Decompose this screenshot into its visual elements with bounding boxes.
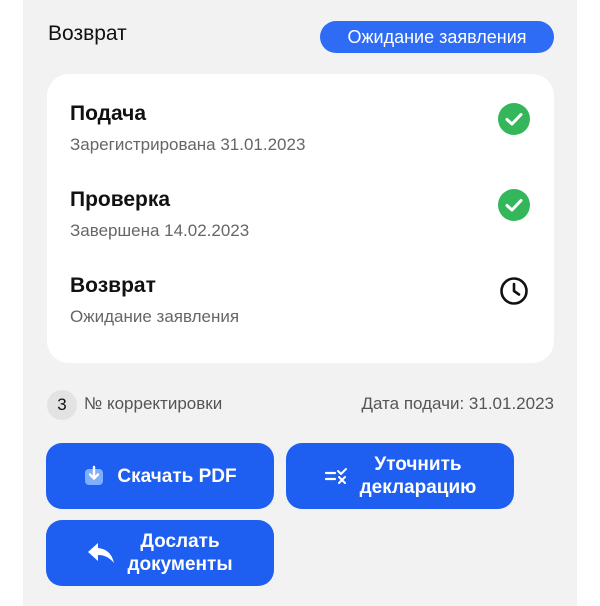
submission-date: Дата подачи: 31.01.2023 <box>361 394 554 413</box>
download-pdf-button[interactable]: Скачать PDF <box>46 443 274 509</box>
correction-number-badge: 3 <box>47 390 77 420</box>
step-subtitle: Зарегистрирована 31.01.2023 <box>70 135 306 154</box>
step-title: Возврат <box>70 274 156 297</box>
send-documents-label: Дослать документы <box>127 531 233 575</box>
check-circle-icon <box>498 189 530 221</box>
correction-label: № корректировки <box>84 394 223 413</box>
section-title: Возврат <box>48 22 127 45</box>
step-subtitle: Ожидание заявления <box>70 307 240 326</box>
step-subtitle: Завершена 14.02.2023 <box>70 221 250 240</box>
download-pdf-label: Скачать PDF <box>117 465 237 487</box>
download-icon <box>83 465 105 487</box>
clock-icon <box>500 277 528 305</box>
status-badge: Ожидание заявления <box>320 21 554 53</box>
steps-card: Подача Зарегистрирована 31.01.2023 Прове… <box>47 74 554 363</box>
check-circle-icon <box>498 103 530 135</box>
reply-arrow-icon <box>87 541 115 565</box>
list-check-icon <box>324 466 348 486</box>
step-filing: Подача Зарегистрирована 31.01.2023 <box>70 102 530 155</box>
step-refund: Возврат Ожидание заявления <box>70 274 530 327</box>
meta-row: 3 № корректировки Дата подачи: 31.01.202… <box>47 390 554 420</box>
clarify-label: Уточнить декларацию <box>359 454 477 498</box>
clarify-declaration-button[interactable]: Уточнить декларацию <box>286 443 514 509</box>
send-documents-button[interactable]: Дослать документы <box>46 520 274 586</box>
step-verification: Проверка Завершена 14.02.2023 <box>70 188 530 241</box>
step-title: Подача <box>70 102 147 125</box>
step-title: Проверка <box>70 188 171 211</box>
